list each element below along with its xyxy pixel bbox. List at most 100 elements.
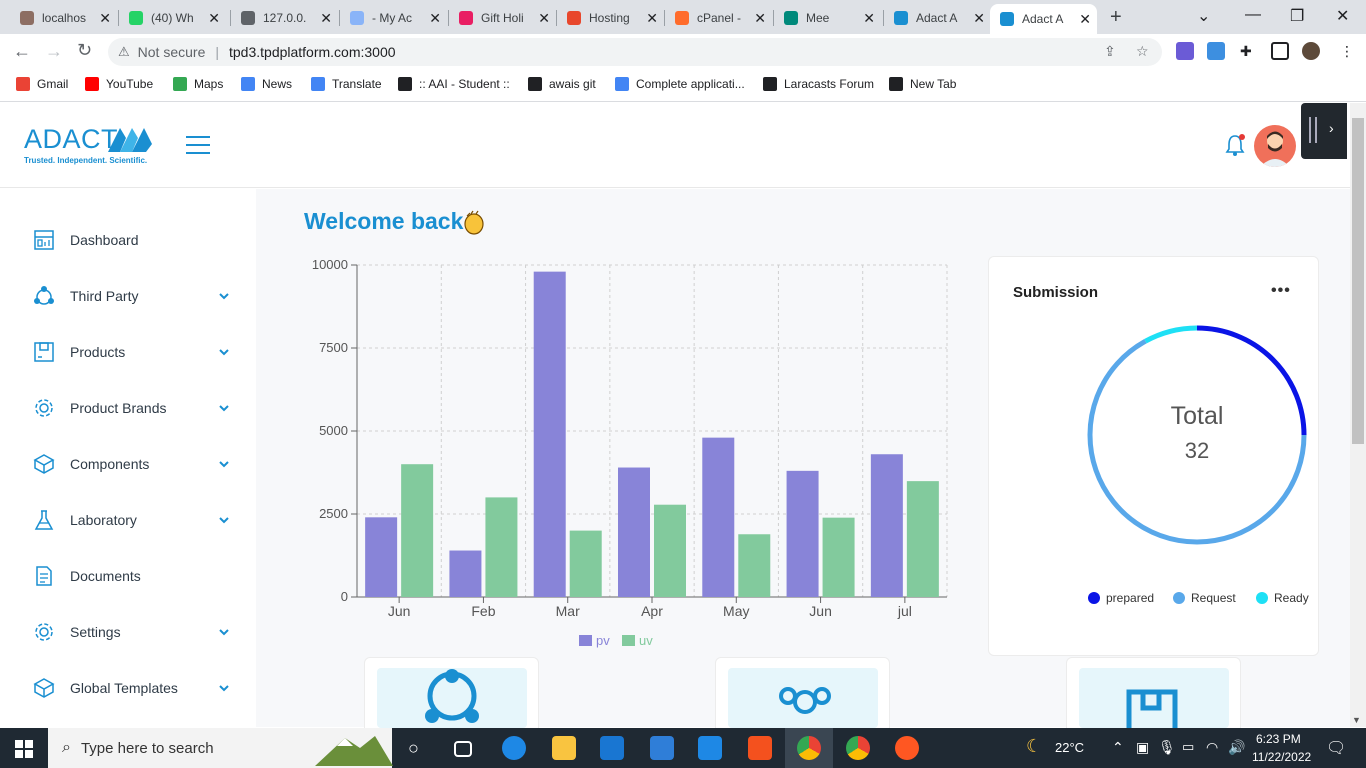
sidebar-item-settings[interactable]: Settings <box>0 612 256 652</box>
chevron-down-icon[interactable] <box>218 402 230 414</box>
microphone-icon[interactable]: 🎙 <box>1158 739 1176 756</box>
scroll-down-arrow-icon[interactable]: ▼ <box>1352 715 1361 725</box>
file-explorer-icon[interactable] <box>552 736 576 760</box>
notification-bell-icon[interactable] <box>1224 133 1246 157</box>
tab-close-icon[interactable]: ✕ <box>208 10 220 27</box>
chevron-down-icon[interactable] <box>218 346 230 358</box>
x-tick-label: jul <box>897 603 912 619</box>
bookmark-item[interactable]: Translate <box>311 77 382 91</box>
browser-tab[interactable]: Adact A ✕ <box>884 4 991 32</box>
windows-start-icon[interactable] <box>15 740 33 758</box>
xampp-icon[interactable] <box>748 736 772 760</box>
sidebar-item-components[interactable]: Components <box>0 444 256 484</box>
tab-close-icon[interactable]: ✕ <box>538 10 550 27</box>
address-bar[interactable]: ⚠ Not secure | tpd3.tpdplatform.com:3000 <box>108 38 1162 66</box>
menu-kebab-icon[interactable]: ⋮ <box>1340 43 1354 60</box>
hamburger-menu-icon[interactable] <box>186 136 210 160</box>
bookmark-star-icon[interactable]: ☆ <box>1136 43 1149 60</box>
browser-tab[interactable]: 127.0.0. ✕ <box>231 4 338 32</box>
url-text: tpd3.tpdplatform.com:3000 <box>229 44 396 60</box>
reload-button[interactable]: ↻ <box>77 40 92 61</box>
bookmark-item[interactable]: Maps <box>173 77 223 91</box>
sidebar-item-global-templates[interactable]: Global Templates <box>0 668 256 708</box>
vscode-icon[interactable] <box>698 736 722 760</box>
extension-icon[interactable] <box>1207 42 1225 60</box>
bookmark-item[interactable]: awais git <box>528 77 596 91</box>
clock-date[interactable]: 11/22/2022 <box>1252 750 1311 764</box>
scrollbar-thumb[interactable] <box>1352 118 1364 444</box>
chevron-down-icon[interactable] <box>218 290 230 302</box>
bookmark-item[interactable]: Laracasts Forum <box>763 77 874 91</box>
chevron-down-icon[interactable] <box>218 682 230 694</box>
chrome-icon[interactable] <box>797 736 821 760</box>
sidebar-item-laboratory[interactable]: Laboratory <box>0 500 256 540</box>
store-icon[interactable] <box>600 736 624 760</box>
wifi-icon[interactable]: ◠ <box>1206 739 1218 756</box>
sidebar-item-products[interactable]: Products <box>0 332 256 372</box>
bookmark-item[interactable]: New Tab <box>889 77 956 91</box>
logo-mark-icon <box>108 128 152 152</box>
browser-tab[interactable]: (40) Wh ✕ <box>119 4 226 32</box>
edge-browser-icon[interactable] <box>502 736 526 760</box>
sidebar-item-third-party[interactable]: Third Party <box>0 276 256 316</box>
volume-icon[interactable]: 🔊 <box>1228 739 1245 756</box>
cortana-icon[interactable]: ○ <box>408 738 419 759</box>
minimize-button[interactable]: — <box>1245 6 1261 24</box>
chrome-icon[interactable] <box>846 736 870 760</box>
app-icon[interactable] <box>895 736 919 760</box>
tab-close-icon[interactable]: ✕ <box>99 10 111 27</box>
chevron-down-icon[interactable] <box>218 458 230 470</box>
tab-close-icon[interactable]: ✕ <box>646 10 658 27</box>
forward-button[interactable]: → <box>45 41 63 62</box>
bookmark-item[interactable]: :: AAI - Student :: <box>398 77 510 91</box>
tab-search-icon[interactable]: ⌄ <box>1197 6 1210 26</box>
tab-close-icon[interactable]: ✕ <box>863 10 875 27</box>
tab-close-icon[interactable]: ✕ <box>973 10 985 27</box>
tab-close-icon[interactable]: ✕ <box>320 10 332 27</box>
sidebar-item-product-brands[interactable]: Product Brands <box>0 388 256 428</box>
extension-icon[interactable] <box>1176 42 1194 60</box>
mail-icon[interactable] <box>650 736 674 760</box>
browser-tab[interactable]: Hosting ✕ <box>557 4 664 32</box>
tab-close-icon[interactable]: ✕ <box>1079 11 1091 28</box>
bookmark-item[interactable]: News <box>241 77 292 91</box>
browser-tab[interactable]: cPanel - ✕ <box>665 4 772 32</box>
sidebar-item-dashboard[interactable]: Dashboard <box>0 220 256 260</box>
share-icon[interactable]: ⇪ <box>1104 43 1116 60</box>
chevron-down-icon[interactable] <box>218 626 230 638</box>
browser-tab[interactable]: - My Ac ✕ <box>340 4 447 32</box>
user-avatar[interactable] <box>1254 125 1296 167</box>
browser-tab[interactable]: Gift Holi ✕ <box>449 4 556 32</box>
battery-icon[interactable]: ▭ <box>1182 739 1194 755</box>
meet-now-icon[interactable]: ▣ <box>1136 739 1149 756</box>
chevron-down-icon[interactable] <box>218 514 230 526</box>
bookmark-label: Complete applicati... <box>636 77 745 91</box>
tab-close-icon[interactable]: ✕ <box>754 10 766 27</box>
extensions-puzzle-icon[interactable]: ✚ <box>1240 43 1252 60</box>
back-button[interactable]: ← <box>13 41 31 62</box>
donut-legend-item[interactable]: Ready <box>1256 591 1309 605</box>
weather-temperature[interactable]: 22°C <box>1055 740 1084 755</box>
bookmark-item[interactable]: YouTube <box>85 77 153 91</box>
maximize-button[interactable]: ❐ <box>1290 6 1304 26</box>
donut-legend-item[interactable]: prepared <box>1088 591 1154 605</box>
task-view-icon[interactable] <box>454 741 472 757</box>
donut-slice-ready[interactable] <box>1144 325 1198 344</box>
profile-avatar[interactable] <box>1302 42 1320 60</box>
donut-legend-item[interactable]: Request <box>1173 591 1236 605</box>
tab-close-icon[interactable]: ✕ <box>429 10 441 27</box>
collapse-panel-toggle[interactable]: › <box>1301 103 1347 159</box>
more-options-icon[interactable]: ••• <box>1271 282 1291 300</box>
sidebar-item-documents[interactable]: Documents <box>0 556 256 596</box>
browser-tab[interactable]: Mee ✕ <box>774 4 881 32</box>
clock-time[interactable]: 6:23 PM <box>1256 732 1301 746</box>
notifications-icon[interactable]: 🗨 <box>1326 738 1346 758</box>
side-panel-icon[interactable] <box>1271 42 1289 60</box>
bookmark-item[interactable]: Gmail <box>16 77 68 91</box>
close-window-button[interactable]: ✕ <box>1336 6 1349 26</box>
tray-chevron-icon[interactable]: ⌃ <box>1112 739 1124 756</box>
browser-tab[interactable]: localhos ✕ <box>10 4 117 32</box>
browser-tab[interactable]: Adact A ✕ <box>990 4 1097 34</box>
bookmark-item[interactable]: Complete applicati... <box>615 77 745 91</box>
new-tab-button[interactable]: + <box>1110 6 1122 29</box>
